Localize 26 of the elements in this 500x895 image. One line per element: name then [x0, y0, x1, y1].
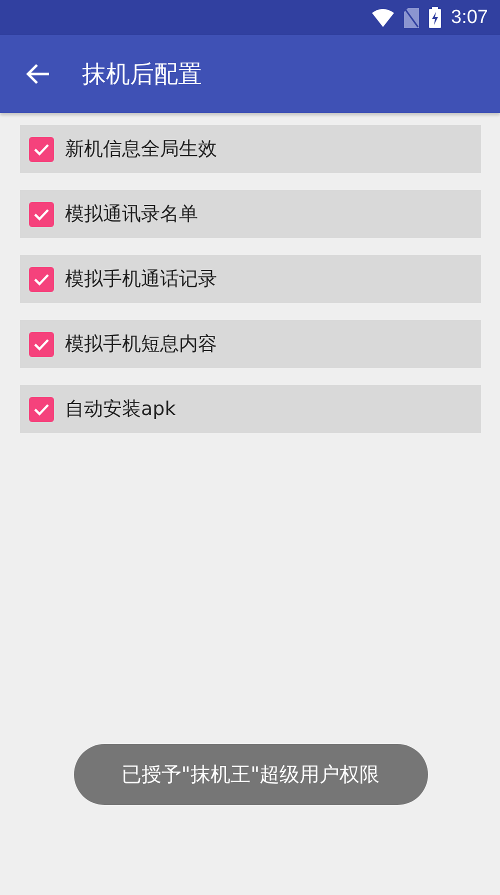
no-sim-icon: [404, 8, 420, 28]
option-row[interactable]: 新机信息全局生效: [20, 125, 481, 173]
check-icon: [33, 272, 50, 286]
option-label: 自动安装apk: [65, 397, 176, 422]
option-row[interactable]: 模拟手机通话记录: [20, 255, 481, 303]
checkbox[interactable]: [29, 396, 54, 422]
option-row[interactable]: 自动安装apk: [20, 385, 481, 433]
battery-charging-icon: [429, 7, 442, 28]
check-icon: [33, 338, 50, 350]
toast-message: 已授予"抹机王"超级用户权限: [74, 744, 428, 805]
wifi-icon: [372, 8, 394, 26]
option-row[interactable]: 模拟通讯录名单: [20, 190, 481, 238]
option-label: 模拟手机短息内容: [65, 332, 217, 357]
option-label: 新机信息全局生效: [65, 137, 217, 162]
option-label: 模拟通讯录名单: [65, 202, 198, 227]
checkbox[interactable]: [29, 202, 54, 226]
status-time: 3:07: [451, 6, 488, 28]
check-icon: [33, 208, 50, 220]
check-icon: [33, 402, 50, 416]
checkbox[interactable]: [29, 332, 54, 356]
screen-title: 抹机后配置: [82, 59, 202, 90]
option-row[interactable]: 模拟手机短息内容: [20, 320, 481, 368]
checkbox[interactable]: [29, 136, 54, 162]
check-icon: [33, 142, 50, 156]
checkbox[interactable]: [29, 266, 54, 292]
option-label: 模拟手机通话记录: [65, 267, 217, 292]
